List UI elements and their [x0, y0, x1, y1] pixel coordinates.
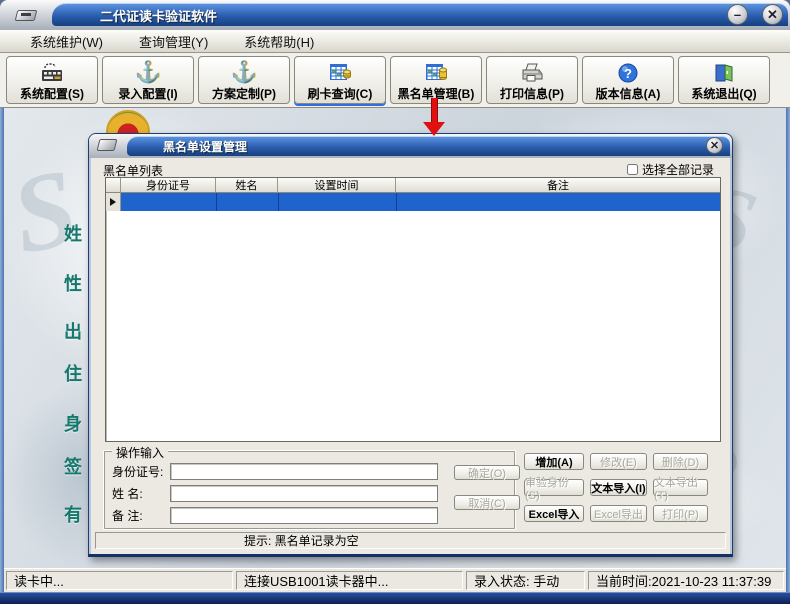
card-reader-icon — [14, 4, 40, 24]
card-reader-icon — [97, 139, 118, 151]
background-id-label: 姓 — [64, 220, 82, 246]
row-selector-header — [106, 178, 121, 193]
background-id-label: 住 — [64, 360, 82, 386]
print-button[interactable]: 打印(P) — [653, 505, 708, 522]
dialog-status-text: 提示: 黑名单记录为空 — [95, 532, 726, 549]
toolbar: 系统配置(S) ⚓ 录入配置(I) ⚓ 方案定制(P) 刷卡查 — [0, 53, 790, 108]
blacklist-table[interactable]: 身份证号 姓名 设置时间 备注 — [105, 177, 721, 442]
excel-export-button[interactable]: Excel导出 — [590, 505, 647, 522]
title-bar[interactable]: 二代证读卡验证软件 – ✕ — [0, 0, 790, 30]
menu-system-maintenance[interactable]: 系统维护(W) — [30, 32, 103, 51]
exit-icon — [712, 60, 736, 85]
toolbar-entry-config-button[interactable]: ⚓ 录入配置(I) — [102, 56, 194, 104]
toolbar-plan-custom-button[interactable]: ⚓ 方案定制(P) — [198, 56, 290, 104]
window-frame-right — [786, 28, 790, 604]
table-card-icon — [327, 60, 353, 85]
blacklist-dialog: 黑名单设置管理 ✕ 黑名单列表 选择全部记录 身份证号 姓名 设置时间 备注 — [88, 133, 733, 557]
status-reader-connection: 连接USB1001读卡器中... — [236, 571, 463, 590]
action-button-grid: 增加(A) 修改(E) 删除(D) 审验身份(S) 文本导入(I) 文本导出(T… — [524, 453, 708, 522]
toolbar-button-label: 录入配置(I) — [118, 85, 177, 102]
background-id-label: 出 — [64, 318, 82, 344]
status-current-time: 当前时间:2021-10-23 11:37:39 — [588, 571, 784, 590]
dialog-body: 黑名单列表 选择全部记录 身份证号 姓名 设置时间 备注 — [89, 158, 732, 554]
column-header-id[interactable]: 身份证号 — [121, 178, 216, 193]
window-frame-bottom — [0, 592, 790, 604]
background-id-label: 有 — [64, 501, 82, 527]
column-header-name[interactable]: 姓名 — [216, 178, 278, 193]
menu-query-management[interactable]: 查询管理(Y) — [139, 32, 208, 51]
menu-system-help[interactable]: 系统帮助(H) — [244, 32, 314, 51]
minimize-button[interactable]: – — [727, 4, 748, 25]
background-id-label: 签 — [64, 453, 82, 479]
select-all-label: 选择全部记录 — [642, 161, 714, 178]
dialog-title-bar[interactable]: 黑名单设置管理 ✕ — [89, 134, 732, 158]
anchor-icon: ⚓ — [135, 60, 161, 85]
toolbar-version-info-button[interactable]: ? 版本信息(A) — [582, 56, 674, 104]
column-header-remark[interactable]: 备注 — [396, 178, 720, 193]
table-header-row: 身份证号 姓名 设置时间 备注 — [106, 178, 720, 193]
table-db-icon — [423, 60, 449, 85]
toolbar-print-info-button[interactable]: 打印信息(P) — [486, 56, 578, 104]
remark-input[interactable] — [170, 507, 438, 524]
keyboard-icon — [39, 60, 65, 85]
toolbar-button-label: 打印信息(P) — [500, 85, 564, 102]
toolbar-system-config-button[interactable]: 系统配置(S) — [6, 56, 98, 104]
operation-input-title: 操作输入 — [112, 444, 168, 461]
red-arrow-annotation — [421, 98, 447, 136]
window-title: 二代证读卡验证软件 — [52, 3, 788, 26]
select-all-checkbox[interactable] — [627, 164, 638, 175]
operation-input-group: 操作输入 身份证号: 姓 名: 备 注: 确定(O) 取消(C — [103, 450, 516, 530]
svg-text:?: ? — [624, 66, 632, 81]
selected-row-fill — [121, 193, 720, 211]
modify-button[interactable]: 修改(E) — [590, 453, 647, 470]
text-export-button[interactable]: 文本导出(T) — [653, 479, 708, 496]
text-import-button[interactable]: 文本导入(I) — [590, 479, 647, 496]
select-all-records[interactable]: 选择全部记录 — [627, 161, 714, 178]
watermark-letter: S — [1, 143, 87, 280]
toolbar-exit-button[interactable]: 系统退出(Q) — [678, 56, 770, 104]
status-reading-card: 读卡中... — [6, 571, 233, 590]
toolbar-button-label: 刷卡查询(C) — [308, 85, 373, 102]
help-icon: ? — [617, 60, 639, 85]
remark-label: 备 注: — [112, 507, 170, 524]
toolbar-card-query-button[interactable]: 刷卡查询(C) — [294, 56, 386, 104]
name-row: 姓 名: — [112, 485, 438, 502]
background-id-label: 性 — [64, 270, 82, 296]
dialog-title: 黑名单设置管理 — [127, 136, 730, 156]
status-bar: 读卡中... 连接USB1001读卡器中... 录入状态: 手动 当前时间:20… — [4, 568, 786, 592]
row-pointer-icon — [110, 198, 116, 206]
add-button[interactable]: 增加(A) — [524, 453, 584, 470]
cancel-button[interactable]: 取消(C) — [454, 495, 520, 510]
toolbar-button-label: 版本信息(A) — [596, 85, 661, 102]
status-entry-mode: 录入状态: 手动 — [466, 571, 585, 590]
row-selector-cell — [106, 193, 121, 211]
background-id-label: 身 — [64, 410, 82, 436]
toolbar-button-label: 系统退出(Q) — [691, 85, 756, 102]
name-input[interactable] — [170, 485, 438, 502]
toolbar-button-label: 方案定制(P) — [212, 85, 276, 102]
excel-import-button[interactable]: Excel导入 — [524, 505, 584, 522]
anchor-icon: ⚓ — [231, 60, 257, 85]
id-number-row: 身份证号: — [112, 463, 438, 480]
dialog-close-button[interactable]: ✕ — [706, 137, 723, 154]
id-number-label: 身份证号: — [112, 463, 170, 480]
close-button[interactable]: ✕ — [762, 4, 783, 25]
remark-row: 备 注: — [112, 507, 438, 524]
main-window: 二代证读卡验证软件 – ✕ 系统维护(W) 查询管理(Y) 系统帮助(H) 系统… — [0, 0, 790, 604]
column-header-settime[interactable]: 设置时间 — [278, 178, 396, 193]
selected-empty-row[interactable] — [106, 193, 720, 211]
verify-identity-button[interactable]: 审验身份(S) — [524, 479, 584, 496]
ok-button[interactable]: 确定(O) — [454, 465, 520, 480]
toolbar-button-label: 系统配置(S) — [20, 85, 84, 102]
client-area: S S S 姓 性 出 住 身 签 有 黑名单设置管理 ✕ 黑名单列表 选择全部… — [4, 108, 786, 568]
printer-icon — [519, 60, 545, 85]
delete-button[interactable]: 删除(D) — [653, 453, 708, 470]
name-label: 姓 名: — [112, 485, 170, 502]
toolbar-blacklist-button[interactable]: 黑名单管理(B) — [390, 56, 482, 104]
menu-bar: 系统维护(W) 查询管理(Y) 系统帮助(H) — [0, 30, 790, 53]
id-number-input[interactable] — [170, 463, 438, 480]
